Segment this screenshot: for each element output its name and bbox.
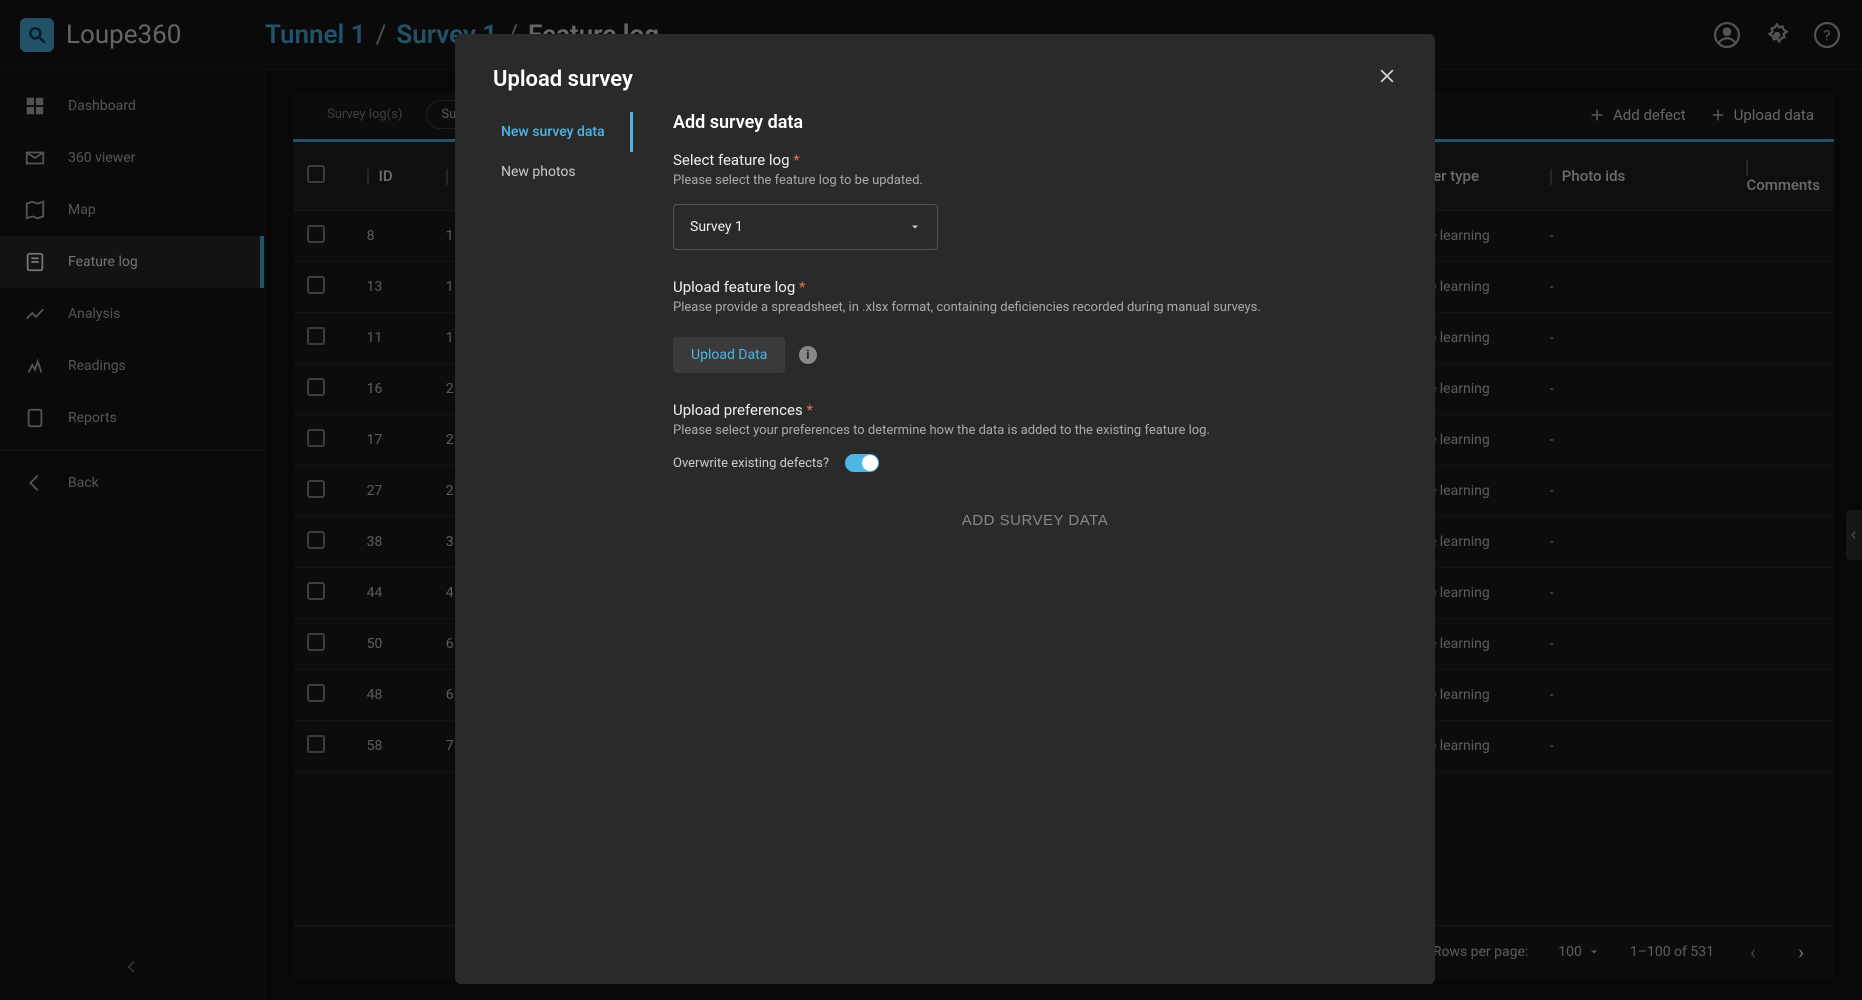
form-section-title: Add survey data — [673, 112, 1397, 133]
modal-tab-new-survey-data[interactable]: New survey data — [493, 112, 633, 152]
upload-feature-log-label: Upload feature log * — [673, 278, 1397, 296]
modal-content: Add survey data Select feature log * Ple… — [633, 100, 1397, 952]
overwrite-defects-label: Overwrite existing defects? — [673, 456, 829, 471]
feature-log-select-value: Survey 1 — [690, 219, 743, 235]
upload-preferences-label: Upload preferences * — [673, 401, 1397, 419]
feature-log-select[interactable]: Survey 1 — [673, 204, 938, 250]
close-icon — [1377, 66, 1397, 86]
select-feature-log-help: Please select the feature log to be upda… — [673, 173, 1397, 188]
upload-data-file-button[interactable]: Upload Data — [673, 337, 785, 373]
overwrite-defects-toggle[interactable] — [845, 454, 879, 472]
select-feature-log-label: Select feature log * — [673, 151, 1397, 169]
modal-close-button[interactable] — [1377, 66, 1397, 92]
chevron-down-icon — [909, 221, 921, 233]
upload-preferences-help: Please select your preferences to determ… — [673, 423, 1397, 438]
info-icon[interactable]: i — [799, 346, 817, 364]
upload-survey-modal: Upload survey New survey data New photos… — [455, 34, 1435, 984]
add-survey-data-submit[interactable]: ADD SURVEY DATA — [962, 512, 1108, 529]
modal-title: Upload survey — [493, 67, 633, 92]
modal-tab-new-photos[interactable]: New photos — [493, 152, 633, 192]
modal-tabs: New survey data New photos — [493, 100, 633, 952]
upload-feature-log-help: Please provide a spreadsheet, in .xlsx f… — [673, 300, 1397, 315]
